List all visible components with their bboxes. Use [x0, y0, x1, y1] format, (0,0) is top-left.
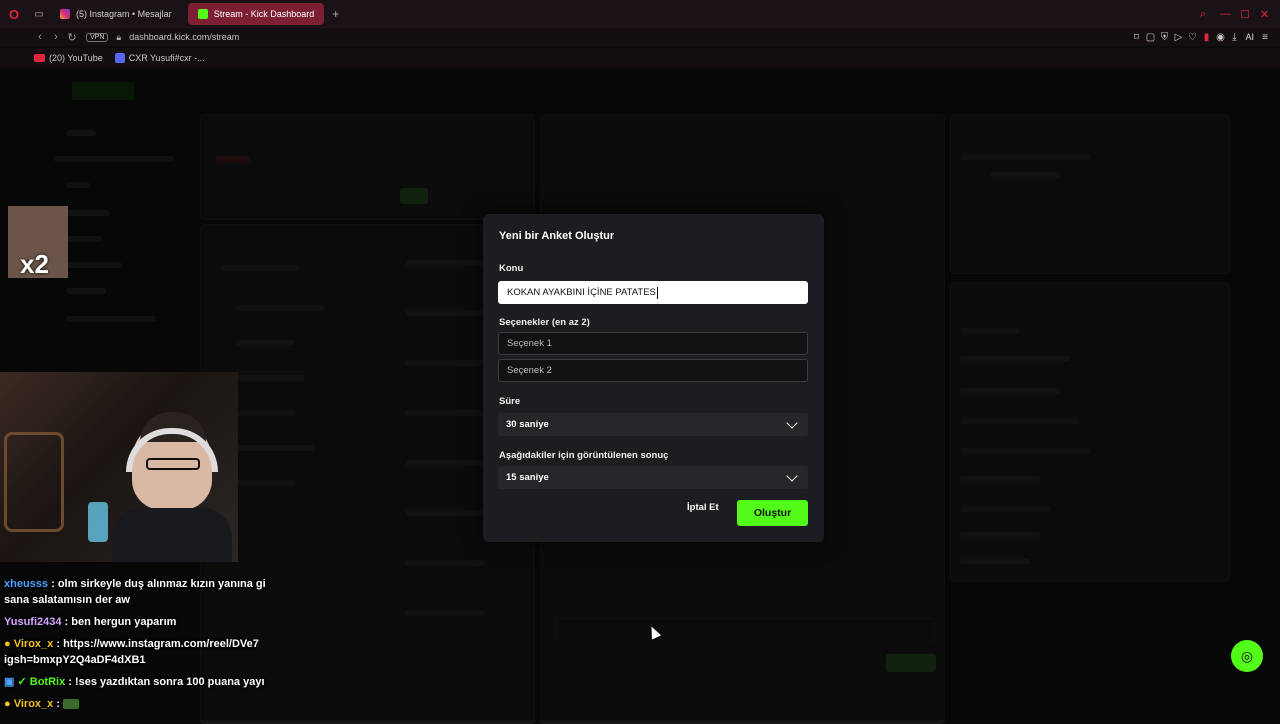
- screenshot-icon[interactable]: ▢: [1143, 32, 1157, 43]
- result-display-value: 15 saniye: [506, 472, 549, 483]
- verified-badge-icon: ✓: [17, 676, 27, 688]
- result-display-select[interactable]: 15 saniye: [498, 466, 808, 489]
- maximize-icon[interactable]: ☐: [1240, 8, 1260, 21]
- chat-message: ● Virox_x : https://www.instagram.com/re…: [4, 636, 284, 668]
- result-display-label: Aşağıdakiler için görüntülenen sonuç: [499, 450, 669, 461]
- chat-username: BotRix: [29, 676, 66, 688]
- chat-username: Yusufi2434: [4, 616, 62, 628]
- chat-username: Virox_x: [13, 638, 54, 650]
- cancel-button[interactable]: İptal Et: [687, 502, 719, 513]
- search-icon[interactable]: ⌕: [1200, 8, 1220, 21]
- browser-tab-bar: O ▭ (5) Instagram • Mesajlar Stream - Ki…: [0, 0, 1280, 28]
- option-2-input[interactable]: Seçenek 2: [498, 359, 808, 382]
- play-icon[interactable]: ▷: [1171, 32, 1185, 43]
- forward-icon[interactable]: ›: [48, 31, 64, 43]
- shield-icon[interactable]: ⛨: [1157, 32, 1171, 43]
- tab-instagram-label: (5) Instagram • Mesajlar: [76, 9, 172, 19]
- topic-input[interactable]: KOKAN AYAKBINI İÇİNE PATATES: [498, 281, 808, 304]
- bot-badge-icon: ▣: [4, 676, 15, 688]
- warning-badge-icon: ●: [4, 698, 11, 710]
- chat-message: ▣ ✓ BotRix : !ses yazdıktan sonra 100 pu…: [4, 674, 284, 690]
- tab-kick-dashboard[interactable]: Stream - Kick Dashboard: [187, 3, 325, 25]
- account-icon[interactable]: ◉: [1213, 32, 1227, 43]
- duration-value: 30 saniye: [506, 419, 549, 430]
- dialog-title: Yeni bir Anket Oluştur: [499, 230, 615, 242]
- warning-badge-icon: ●: [4, 638, 11, 650]
- workspaces-icon[interactable]: ▭: [28, 9, 50, 20]
- duration-label: Süre: [499, 396, 521, 407]
- tab-kick-label: Stream - Kick Dashboard: [213, 9, 315, 19]
- kick-icon: [197, 9, 208, 19]
- duration-select[interactable]: 30 saniye: [498, 413, 808, 436]
- youtube-icon: [34, 54, 45, 62]
- option-1-placeholder: Seçenek 1: [507, 338, 552, 349]
- bookmark-youtube[interactable]: (20) YouTube: [34, 53, 103, 63]
- close-icon[interactable]: ✕: [1260, 8, 1280, 21]
- heart-icon[interactable]: ♡: [1185, 32, 1199, 43]
- bookmark-cxr-label: CXR Yusufi#cxr -...: [128, 53, 205, 63]
- reload-icon[interactable]: ↻: [64, 31, 80, 44]
- download-icon[interactable]: ⤓: [1227, 32, 1241, 43]
- chat-username: xheusss: [4, 578, 49, 590]
- support-button[interactable]: ◎: [1231, 640, 1263, 672]
- emote-multiplier: x2: [20, 249, 49, 279]
- chat-emote: [63, 699, 80, 710]
- menu-icon[interactable]: ≡: [1258, 32, 1272, 43]
- opera-logo-icon[interactable]: O: [0, 7, 28, 22]
- back-icon[interactable]: ‹: [32, 31, 48, 43]
- emote-image: x2: [8, 206, 68, 279]
- bookmark-icon[interactable]: ⌑: [1129, 32, 1143, 43]
- instagram-icon: [60, 9, 70, 19]
- chat-message: ● Virox_x :: [4, 696, 284, 712]
- bookmark-youtube-label: (20) YouTube: [49, 53, 103, 63]
- profile-icon[interactable]: ▮: [1199, 32, 1213, 43]
- create-button[interactable]: Oluştur: [737, 500, 808, 526]
- stream-chat-overlay: xheusss : olm sirkeyle duş alınmaz kızın…: [4, 576, 284, 718]
- chat-message: xheusss : olm sirkeyle duş alınmaz kızın…: [4, 576, 284, 608]
- options-label: Seçenekler (en az 2): [499, 317, 590, 328]
- topic-input-value: KOKAN AYAKBINI İÇİNE PATATES: [507, 287, 656, 298]
- bookmark-cxr[interactable]: CXR Yusufi#cxr -...: [114, 53, 205, 63]
- discord-icon: [114, 53, 125, 63]
- chat-text: :: [56, 698, 61, 710]
- bookmarks-bar: (20) YouTube CXR Yusufi#cxr -...: [0, 48, 1280, 68]
- url-field[interactable]: dashboard.kick.com/stream: [129, 32, 239, 42]
- chevron-down-icon: [786, 469, 798, 482]
- webcam-overlay: [0, 372, 238, 562]
- option-2-placeholder: Seçenek 2: [507, 365, 552, 376]
- lock-icon: 🔒︎: [116, 31, 122, 42]
- headset-icon: ◎: [1240, 647, 1254, 664]
- chat-username: Virox_x: [13, 698, 54, 710]
- address-bar: ‹ › ↻ VPN 🔒︎ dashboard.kick.com/stream ⌑…: [0, 28, 1280, 46]
- topic-label: Konu: [499, 263, 524, 274]
- new-tab-button[interactable]: +: [332, 7, 339, 21]
- chat-message: Yusufi2434 : ben hergun yaparım: [4, 614, 284, 630]
- chat-text: : ben hergun yaparım: [64, 616, 177, 628]
- chevron-down-icon: [786, 416, 798, 429]
- option-1-input[interactable]: Seçenek 1: [498, 332, 808, 355]
- vpn-badge[interactable]: VPN: [86, 32, 109, 42]
- minimize-icon[interactable]: —: [1220, 8, 1240, 20]
- ai-button[interactable]: AI: [1245, 32, 1254, 42]
- create-poll-dialog: Yeni bir Anket Oluştur Konu KOKAN AYAKBI…: [483, 214, 824, 542]
- ai-label: AI: [1245, 32, 1254, 42]
- tab-instagram[interactable]: (5) Instagram • Mesajlar: [50, 3, 182, 25]
- chat-text: : !ses yazdıktan sonra 100 puana yayı: [68, 676, 265, 688]
